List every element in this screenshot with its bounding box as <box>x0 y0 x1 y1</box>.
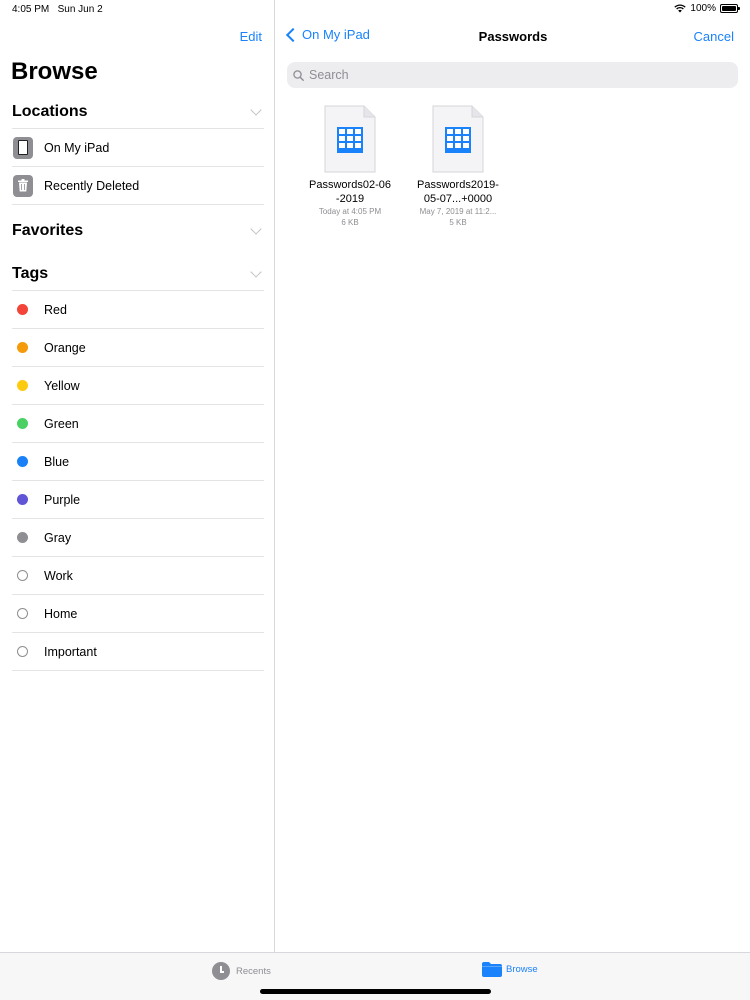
spreadsheet-icon <box>432 105 484 173</box>
back-button-label: On My iPad <box>302 27 370 42</box>
trash-icon <box>12 174 34 197</box>
tag-label: Red <box>44 302 67 317</box>
favorites-header[interactable]: Favorites <box>12 220 264 242</box>
browse-title: Browse <box>11 58 98 85</box>
tag-blue[interactable]: Blue <box>12 443 264 481</box>
chevron-down-icon <box>250 104 262 116</box>
tag-color-dot-icon <box>17 418 28 429</box>
file-date: Today at 4:05 PM <box>318 207 382 216</box>
file-size: 5 KB <box>449 218 467 227</box>
tag-color-dot-icon <box>17 494 28 505</box>
tag-label: Yellow <box>44 378 80 393</box>
tag-purple[interactable]: Purple <box>12 481 264 519</box>
tag-red[interactable]: Red <box>12 291 264 329</box>
tag-label: Orange <box>44 340 86 355</box>
clock-icon <box>212 962 230 980</box>
edit-button[interactable]: Edit <box>240 29 262 44</box>
file-item[interactable]: Passwords2019- 05-07...+0000 May 7, 2019… <box>408 105 508 228</box>
file-name: Passwords02-06 -2019 <box>300 178 400 206</box>
tag-home[interactable]: Home <box>12 595 264 633</box>
file-date: May 7, 2019 at 11:2... <box>419 207 497 216</box>
locations-list: On My iPad Recently Deleted <box>12 128 264 205</box>
tag-gray[interactable]: Gray <box>12 519 264 557</box>
file-name-line: Passwords2019- <box>417 179 499 191</box>
tag-label: Home <box>44 606 78 621</box>
file-name-line: 05-07...+0000 <box>423 193 493 205</box>
tag-label: Green <box>44 416 79 431</box>
tag-empty-circle-icon <box>17 646 28 657</box>
locations-header[interactable]: Locations <box>12 101 264 123</box>
main-pane: Passwords On My iPad Cancel Search Passw… <box>276 0 750 952</box>
tag-color-dot-icon <box>17 532 28 543</box>
home-indicator <box>260 989 491 994</box>
tag-empty-circle-icon <box>17 570 28 581</box>
chevron-down-icon <box>250 266 262 278</box>
tag-label: Important <box>44 644 97 659</box>
location-on-my-ipad[interactable]: On My iPad <box>12 129 264 167</box>
file-name-line: Passwords02-06 <box>309 179 391 191</box>
back-button[interactable]: On My iPad <box>284 27 370 42</box>
file-size: 6 KB <box>341 218 359 227</box>
tag-color-dot-icon <box>17 456 28 467</box>
tag-orange[interactable]: Orange <box>12 329 264 367</box>
search-bar[interactable] <box>287 62 738 88</box>
search-icon <box>293 69 304 81</box>
favorites-header-label: Favorites <box>12 222 84 239</box>
tag-important[interactable]: Important <box>12 633 264 671</box>
tag-work[interactable]: Work <box>12 557 264 595</box>
tab-browse-label: Browse <box>506 964 538 975</box>
tags-list: Red Orange Yellow Green Blue Purple Gray <box>12 290 264 671</box>
tab-recents-label: Recents <box>236 965 271 977</box>
tag-color-dot-icon <box>17 304 28 315</box>
spreadsheet-icon <box>324 105 376 173</box>
cancel-button[interactable]: Cancel <box>694 29 734 44</box>
search-input[interactable] <box>309 68 709 82</box>
tag-yellow[interactable]: Yellow <box>12 367 264 405</box>
location-recently-deleted[interactable]: Recently Deleted <box>12 167 264 205</box>
tags-header-label: Tags <box>12 265 49 282</box>
folder-icon <box>482 962 502 977</box>
location-label: On My iPad <box>44 140 110 155</box>
tags-header[interactable]: Tags <box>12 263 264 285</box>
file-item[interactable]: Passwords02-06 -2019 Today at 4:05 PM 6 … <box>300 105 400 228</box>
tag-label: Purple <box>44 492 81 507</box>
tag-color-dot-icon <box>17 380 28 391</box>
tag-color-dot-icon <box>17 342 28 353</box>
tag-label: Gray <box>44 530 72 545</box>
tag-label: Blue <box>44 454 70 469</box>
file-name-line: -2019 <box>335 193 365 205</box>
tab-browse[interactable]: Browse <box>482 962 538 977</box>
file-name: Passwords2019- 05-07...+0000 <box>408 178 508 206</box>
tag-empty-circle-icon <box>17 608 28 619</box>
tag-green[interactable]: Green <box>12 405 264 443</box>
chevron-down-icon <box>250 223 262 235</box>
tag-label: Work <box>44 568 73 583</box>
location-label: Recently Deleted <box>44 178 140 193</box>
ipad-icon <box>12 136 34 159</box>
sidebar: Edit Browse Locations On My iPad Recentl… <box>0 0 275 952</box>
locations-header-label: Locations <box>12 103 88 120</box>
tab-recents[interactable]: Recents <box>212 962 271 980</box>
chevron-left-icon <box>285 27 301 42</box>
